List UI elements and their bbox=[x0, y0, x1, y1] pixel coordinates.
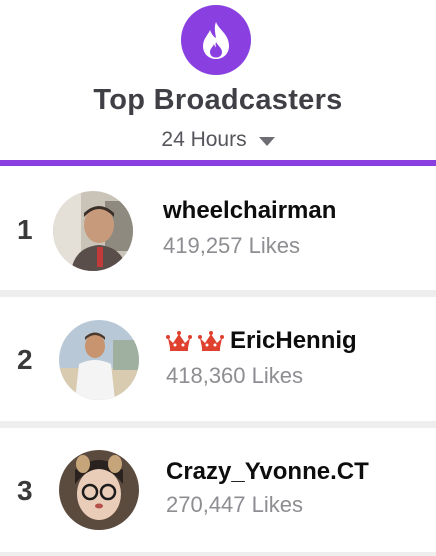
broadcaster-row[interactable]: 2 EricHennig 418,360 Likes bbox=[0, 297, 436, 421]
avatar[interactable] bbox=[53, 191, 133, 271]
flame-logo-icon bbox=[181, 5, 251, 75]
broadcaster-row[interactable]: 1 wheelchairman 419,257 Likes bbox=[0, 166, 436, 290]
crown-icon bbox=[198, 331, 224, 351]
rank-number: 3 bbox=[17, 475, 33, 506]
row-divider bbox=[0, 290, 436, 297]
rank-number: 1 bbox=[17, 214, 33, 245]
period-dropdown[interactable]: 24 Hours bbox=[0, 128, 436, 152]
leaderboard-header: Top Broadcasters 24 Hours bbox=[0, 0, 436, 166]
name-line: EricHennig bbox=[166, 327, 357, 355]
name-line: Crazy_Yvonne.CT bbox=[166, 458, 369, 486]
likes-count: 270,447 Likes bbox=[166, 492, 303, 517]
crown-icon bbox=[166, 331, 192, 351]
row-divider bbox=[0, 421, 436, 428]
page-title: Top Broadcasters bbox=[93, 84, 343, 116]
period-label: 24 Hours bbox=[161, 128, 247, 151]
broadcaster-name[interactable]: EricHennig bbox=[230, 327, 357, 355]
chevron-down-icon bbox=[258, 136, 275, 146]
avatar[interactable] bbox=[59, 320, 139, 400]
broadcaster-name[interactable]: Crazy_Yvonne.CT bbox=[166, 458, 369, 486]
broadcaster-name[interactable]: wheelchairman bbox=[163, 197, 336, 225]
avatar[interactable] bbox=[59, 450, 139, 530]
rank-number: 2 bbox=[17, 344, 33, 375]
row-divider bbox=[0, 552, 436, 556]
likes-count: 419,257 Likes bbox=[163, 233, 300, 258]
likes-count: 418,360 Likes bbox=[166, 363, 303, 388]
name-line: wheelchairman bbox=[163, 197, 336, 225]
broadcaster-row[interactable]: 3 Crazy_Yvonne.CT 270,447 Likes bbox=[0, 428, 436, 552]
